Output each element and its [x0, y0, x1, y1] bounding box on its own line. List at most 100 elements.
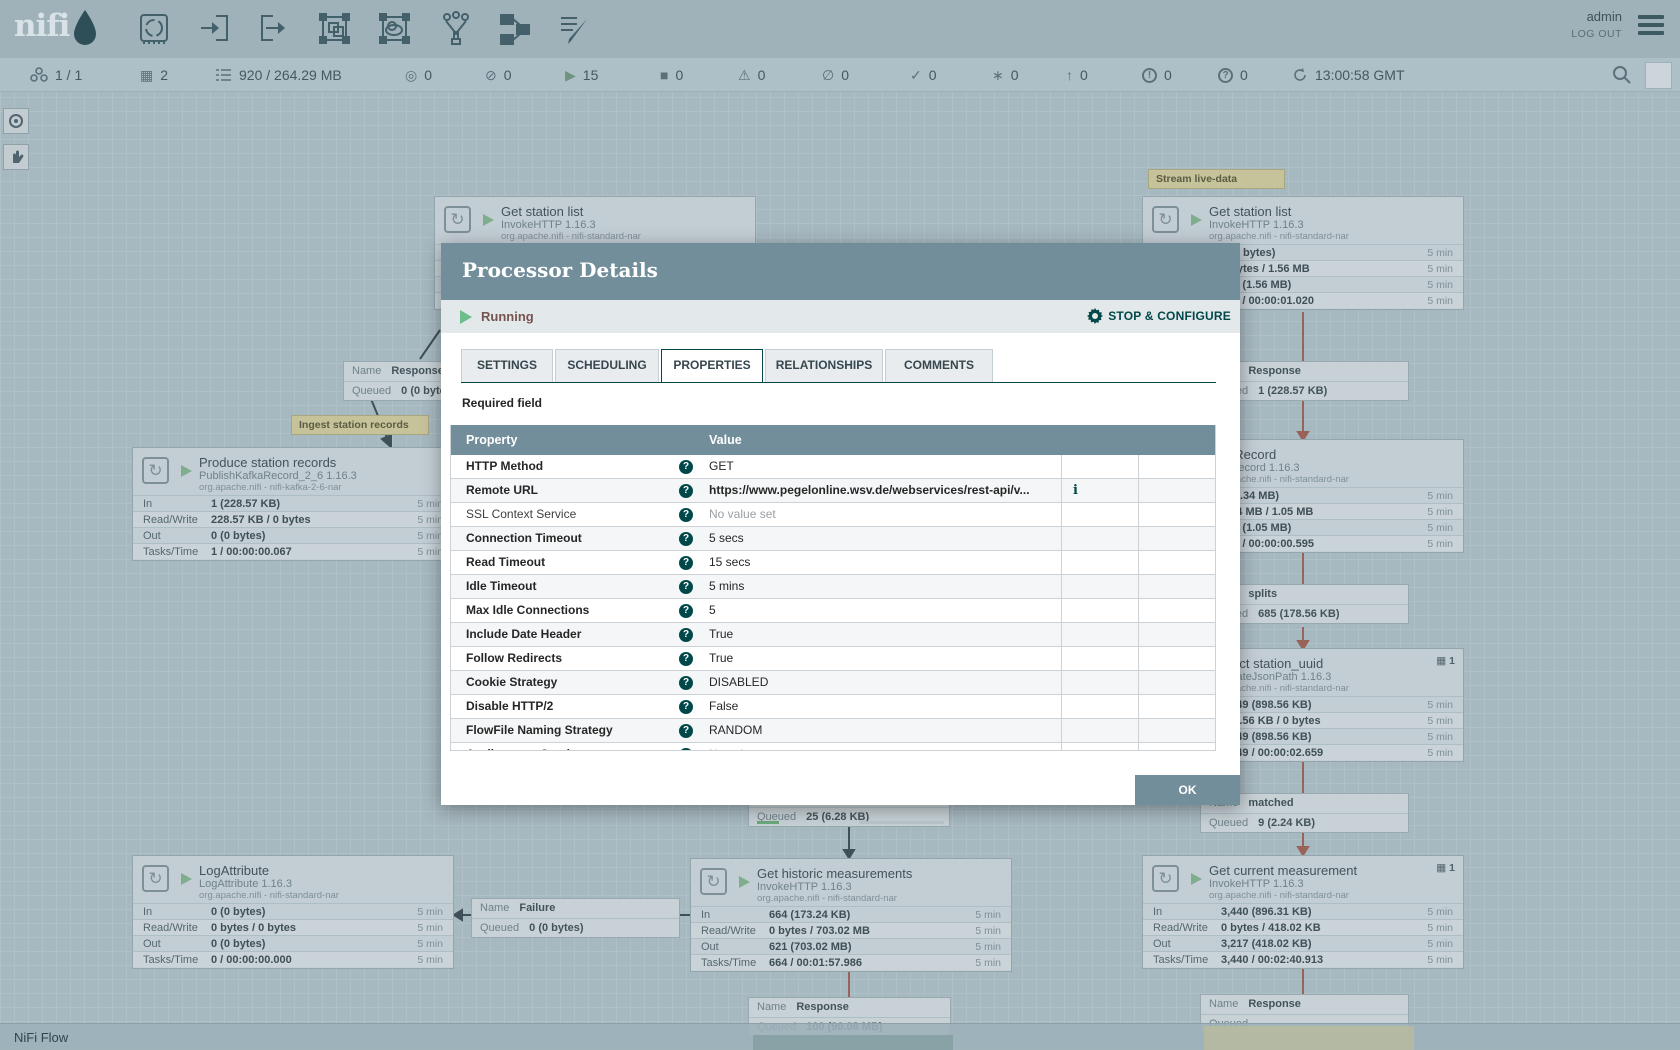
running-state-icon [181, 465, 192, 477]
processor-type: InvokeHTTP 1.16.3 [757, 881, 852, 893]
remote-process-group-icon[interactable] [378, 11, 412, 47]
processor-icon[interactable] [137, 11, 171, 47]
running-state-icon [483, 214, 494, 226]
help-icon[interactable]: ? [679, 676, 693, 690]
processor-produce-station-records[interactable]: ↻ Produce station records PublishKafkaRe… [132, 447, 454, 561]
processor-type: LogAttribute 1.16.3 [199, 878, 292, 890]
connection-failure[interactable]: NameFailure Queued0 (0 bytes) [471, 898, 680, 938]
help-icon[interactable]: ? [679, 484, 693, 498]
output-port-icon[interactable] [257, 11, 291, 47]
ok-button[interactable]: OK [1135, 775, 1240, 805]
not-transmitting-icon: ⊘ [485, 67, 497, 84]
properties-table: Property Value HTTP Method? GET Remote U… [450, 425, 1216, 751]
stop-and-configure-button[interactable]: STOP & CONFIGURE [1087, 308, 1231, 324]
processor-type-icon: ↻ [142, 865, 169, 892]
dialog-header: Processor Details [441, 243, 1240, 300]
processor-get-historic-measurements[interactable]: ↻ Get historic measurements InvokeHTTP 1… [690, 858, 1012, 972]
threads-icon: ▦ [140, 67, 153, 84]
help-icon[interactable]: ? [679, 724, 693, 738]
property-row-clipped: Attributes to Send? No value set [451, 743, 1215, 751]
dialog-title: Processor Details [441, 243, 1240, 282]
processor-title: Get station list [501, 204, 583, 219]
help-icon[interactable]: ? [679, 700, 693, 714]
tab-settings[interactable]: SETTINGS [461, 349, 553, 382]
canvas-label-ingest-station-records[interactable]: Ingest station records [291, 415, 429, 435]
help-icon[interactable]: ? [679, 532, 693, 546]
property-row: Read Timeout? 15 secs [451, 551, 1215, 575]
help-icon[interactable]: ? [679, 508, 693, 522]
search-icon[interactable] [1612, 65, 1632, 90]
processor-title: Get station list [1209, 204, 1291, 219]
help-icon[interactable]: ? [679, 652, 693, 666]
status-locally-modified: ∗ 0 [992, 58, 1019, 92]
property-row: HTTP Method? GET [451, 455, 1215, 479]
backpressure-size-bar [859, 821, 944, 824]
state-label: Running [481, 309, 534, 324]
processor-type: InvokeHTTP 1.16.3 [501, 219, 596, 231]
nifi-logo-drop-icon [70, 7, 100, 52]
template-icon[interactable] [498, 11, 532, 47]
status-stopped: ■ 0 [660, 58, 683, 92]
status-running: ▶ 15 [565, 58, 598, 92]
canvas-label-stream-live-data[interactable]: Stream live-data [1148, 169, 1285, 189]
processor-type: InvokeHTTP 1.16.3 [1209, 878, 1304, 890]
funnel-icon[interactable] [439, 11, 473, 47]
tab-comments[interactable]: COMMENTS [885, 349, 993, 382]
label-icon[interactable] [557, 11, 591, 47]
tab-properties[interactable]: PROPERTIES [661, 349, 763, 383]
locally-modified-stale-icon: ! [1142, 68, 1157, 83]
cluster-icon [30, 67, 48, 83]
stale-icon: ↑ [1066, 67, 1073, 83]
refresh-icon[interactable] [1292, 67, 1308, 83]
tab-relationships[interactable]: RELATIONSHIPS [765, 349, 883, 382]
dialog-tabs: SETTINGS SCHEDULING PROPERTIES RELATIONS… [461, 349, 1216, 383]
status-transmitting: ◎ 0 [405, 58, 432, 92]
processor-bundle: org.apache.nifi - nifi-standard-nar [199, 890, 339, 901]
nifi-logo: nifi [14, 8, 69, 44]
navigate-palette-button[interactable] [3, 108, 29, 134]
info-icon[interactable]: i [1073, 479, 1078, 502]
running-icon: ▶ [565, 67, 576, 84]
status-clustered-nodes: 1 / 1 [30, 58, 82, 92]
settings-square-button[interactable] [1645, 62, 1672, 89]
processor-get-current-measurement[interactable]: ↻ Get current measurement InvokeHTTP 1.1… [1142, 855, 1464, 969]
running-state-icon [1191, 873, 1202, 885]
status-active-threads: ▦ 2 [140, 58, 168, 92]
property-row: SSL Context Service? No value set [451, 503, 1215, 527]
property-row: Idle Timeout? 5 mins [451, 575, 1215, 599]
operate-palette-button[interactable] [3, 144, 29, 170]
process-group-icon[interactable] [318, 11, 352, 47]
status-sync-failure: ? 0 [1218, 58, 1248, 92]
logout-link[interactable]: LOG OUT [1571, 28, 1622, 40]
breadcrumb[interactable]: NiFi Flow [14, 1030, 68, 1045]
active-thread-count-badge: ▦1 [1436, 862, 1455, 874]
nifi-application: nifi admin LOG OUT [0, 0, 1680, 1050]
required-field-note: Required field [462, 396, 542, 410]
help-icon[interactable]: ? [679, 628, 693, 642]
status-disabled: ∅ 0 [822, 58, 849, 92]
processor-type-icon: ↻ [444, 206, 471, 233]
status-not-transmitting: ⊘ 0 [485, 58, 512, 92]
processor-bundle: org.apache.nifi - nifi-standard-nar [1209, 231, 1349, 242]
disabled-icon: ∅ [822, 67, 834, 84]
help-icon[interactable]: ? [679, 556, 693, 570]
flow-status-bar: 1 / 1 ▦ 2 920 / 264.29 MB ◎ 0 ⊘ 0 ▶ 15 ■… [0, 58, 1680, 92]
active-thread-count-badge: ▦1 [1436, 655, 1455, 667]
help-icon[interactable]: ? [679, 604, 693, 618]
processor-type: PublishKafkaRecord_2_6 1.16.3 [199, 470, 357, 482]
processor-logattribute[interactable]: ↻ LogAttribute LogAttribute 1.16.3 org.a… [132, 855, 454, 969]
global-menu-icon[interactable] [1638, 15, 1664, 37]
help-icon[interactable]: ? [679, 580, 693, 594]
occluded-canvas-object [753, 1035, 953, 1050]
gear-icon [1087, 308, 1103, 324]
hand-icon [8, 149, 24, 165]
help-icon[interactable]: ? [679, 460, 693, 474]
occluded-canvas-label [1204, 1026, 1414, 1050]
property-row: Follow Redirects? True [451, 647, 1215, 671]
help-icon[interactable]: ? [679, 748, 693, 751]
processor-type-icon: ↻ [1152, 865, 1179, 892]
tab-scheduling[interactable]: SCHEDULING [555, 349, 659, 382]
input-port-icon[interactable] [198, 11, 232, 47]
property-row: Max Idle Connections? 5 [451, 599, 1215, 623]
processor-title: Get historic measurements [757, 866, 912, 881]
